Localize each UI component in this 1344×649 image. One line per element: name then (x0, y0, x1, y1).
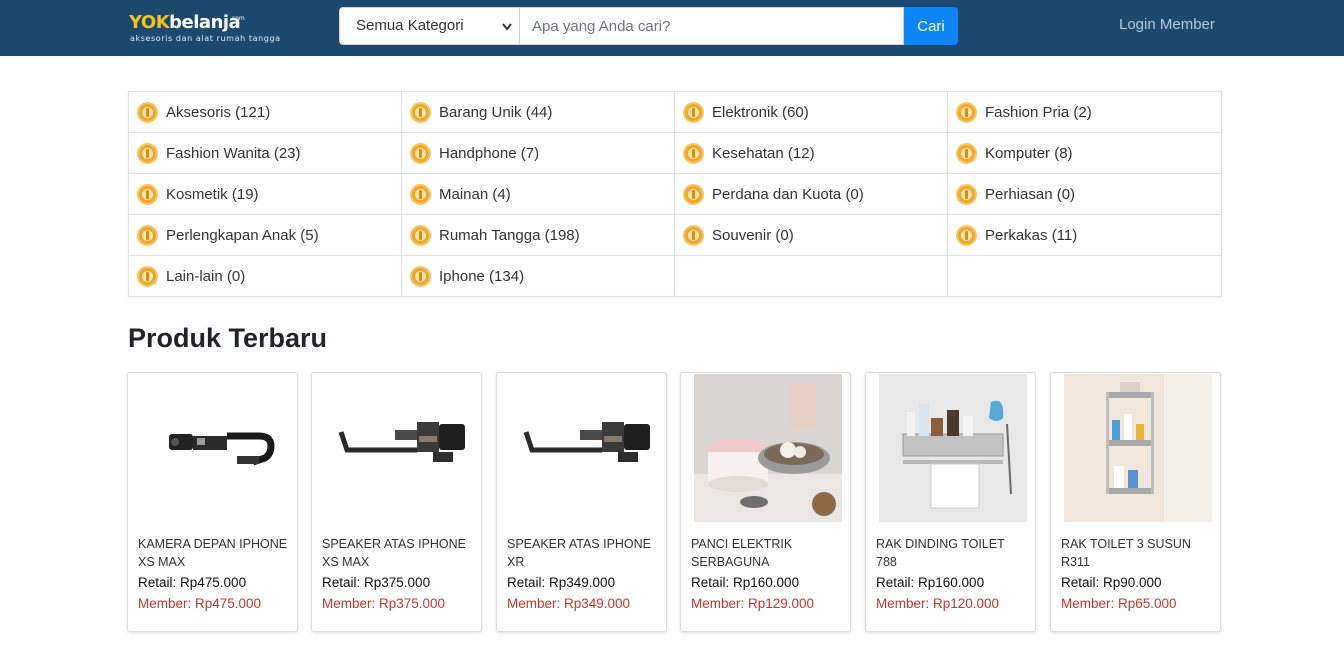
retail-price: Retail: Rp160.000 (876, 575, 985, 590)
category-coin-icon (956, 183, 977, 205)
category-grid: Aksesoris (121) Barang Unik (44) Elektroni… (128, 91, 1222, 297)
category-item[interactable]: Lain-lain (0) (129, 256, 402, 297)
site-logo[interactable]: YOKbelanja .com aksesoris dan alat rumah… (129, 12, 299, 46)
retail-price: Retail: Rp90.000 (1061, 575, 1162, 590)
category-select-value: Semua Kategori (356, 17, 464, 34)
category-item[interactable]: Fashion Wanita (23) (129, 133, 402, 174)
category-coin-icon (137, 101, 158, 123)
category-coin-icon (410, 183, 431, 205)
product-image[interactable] (325, 374, 473, 522)
product-name[interactable]: SPEAKER ATAS IPHONE XR (507, 535, 657, 571)
member-price: Member: Rp475.000 (138, 596, 262, 611)
category-item[interactable]: Mainan (4) (402, 174, 675, 215)
category-item[interactable]: Komputer (8) (948, 133, 1221, 174)
category-empty-cell (675, 256, 948, 297)
category-coin-icon (683, 142, 704, 164)
category-label: Mainan (4) (439, 185, 511, 203)
category-coin-icon (956, 142, 977, 164)
login-member-link[interactable]: Login Member (1119, 16, 1215, 33)
category-item[interactable]: Aksesoris (121) (129, 92, 402, 133)
category-label: Barang Unik (44) (439, 103, 553, 121)
category-coin-icon (137, 224, 158, 246)
category-item[interactable]: Iphone (134) (402, 256, 675, 297)
product-card[interactable]: PANCI ELEKTRIK SERBAGUNA Retail: Rp160.00… (680, 372, 851, 632)
category-select[interactable]: Semua Kategori (339, 7, 520, 45)
category-label: Perkakas (11) (985, 226, 1078, 244)
search-input[interactable] (520, 7, 904, 45)
logo-domain: .com (230, 15, 245, 22)
product-image[interactable] (879, 374, 1027, 522)
search-button[interactable]: Cari (904, 7, 958, 45)
category-item[interactable]: Kesehatan (12) (675, 133, 948, 174)
product-image[interactable] (510, 374, 658, 522)
member-price: Member: Rp349.000 (507, 596, 631, 611)
product-card[interactable]: RAK DINDING TOILET 788 Retail: Rp160.000 M… (865, 372, 1036, 632)
category-item[interactable]: Kosmetik (19) (129, 174, 402, 215)
category-coin-icon (137, 266, 158, 287)
category-label: Souvenir (0) (712, 226, 794, 244)
category-item[interactable]: Perkakas (11) (948, 215, 1221, 256)
retail-price: Retail: Rp375.000 (322, 575, 431, 590)
category-coin-icon (956, 224, 977, 246)
category-label: Kesehatan (12) (712, 144, 815, 162)
category-coin-icon (683, 101, 704, 123)
category-item[interactable]: Perlengkapan Anak (5) (129, 215, 402, 256)
category-coin-icon (410, 266, 431, 287)
retail-price: Retail: Rp349.000 (507, 575, 616, 590)
category-coin-icon (683, 224, 704, 246)
product-image[interactable] (1064, 374, 1212, 522)
category-label: Perdana dan Kuota (0) (712, 185, 864, 203)
product-name[interactable]: PANCI ELEKTRIK SERBAGUNA (691, 535, 841, 571)
product-name[interactable]: RAK TOILET 3 SUSUN R311 (1061, 535, 1211, 571)
logo-tagline: aksesoris dan alat rumah tangga (130, 34, 281, 43)
category-item[interactable]: Barang Unik (44) (402, 92, 675, 133)
section-title-latest-products: Produk Terbaru (128, 323, 328, 353)
category-item[interactable]: Perhiasan (0) (948, 174, 1221, 215)
product-name[interactable]: SPEAKER ATAS IPHONE XS MAX (322, 535, 472, 571)
category-label: Fashion Pria (2) (985, 103, 1092, 121)
category-item[interactable]: Fashion Pria (2) (948, 92, 1221, 133)
product-card[interactable]: RAK TOILET 3 SUSUN R311 Retail: Rp90.000 M… (1050, 372, 1221, 632)
chevron-down-icon (501, 9, 513, 59)
product-card[interactable]: SPEAKER ATAS IPHONE XR Retail: Rp349.000 M… (496, 372, 667, 632)
product-image[interactable] (694, 374, 842, 522)
category-label: Fashion Wanita (23) (166, 144, 301, 162)
product-card[interactable]: KAMERA DEPAN IPHONE XS MAX Retail: Rp475.… (127, 372, 298, 632)
product-name[interactable]: KAMERA DEPAN IPHONE XS MAX (138, 535, 288, 571)
retail-price: Retail: Rp475.000 (138, 575, 247, 590)
category-coin-icon (410, 101, 431, 123)
category-empty-cell (948, 256, 1221, 297)
category-label: Iphone (134) (439, 268, 525, 285)
member-price: Member: Rp129.000 (691, 596, 815, 611)
member-price: Member: Rp65.000 (1061, 596, 1177, 611)
logo-wordmark: YOKbelanja (129, 12, 241, 33)
category-item[interactable]: Perdana dan Kuota (0) (675, 174, 948, 215)
category-label: Lain-lain (0) (166, 268, 246, 285)
category-item[interactable]: Elektronik (60) (675, 92, 948, 133)
category-coin-icon (410, 142, 431, 164)
category-coin-icon (956, 101, 977, 123)
category-label: Perlengkapan Anak (5) (166, 226, 319, 244)
category-coin-icon (683, 183, 704, 205)
category-coin-icon (410, 224, 431, 246)
product-card[interactable]: SPEAKER ATAS IPHONE XS MAX Retail: Rp375.… (311, 372, 482, 632)
category-label: Perhiasan (0) (985, 185, 1076, 203)
category-label: Elektronik (60) (712, 103, 809, 121)
category-coin-icon (137, 142, 158, 164)
category-coin-icon (137, 183, 158, 205)
category-label: Rumah Tangga (198) (439, 226, 580, 244)
category-item[interactable]: Handphone (7) (402, 133, 675, 174)
category-item[interactable]: Rumah Tangga (198) (402, 215, 675, 256)
member-price: Member: Rp120.000 (876, 596, 1000, 611)
retail-price: Retail: Rp160.000 (691, 575, 800, 590)
category-label: Kosmetik (19) (166, 185, 259, 203)
category-label: Aksesoris (121) (166, 103, 271, 121)
member-price: Member: Rp375.000 (322, 596, 446, 611)
product-name[interactable]: RAK DINDING TOILET 788 (876, 535, 1026, 571)
category-label: Handphone (7) (439, 144, 540, 162)
category-item[interactable]: Souvenir (0) (675, 215, 948, 256)
product-image[interactable] (141, 374, 289, 522)
category-label: Komputer (8) (985, 144, 1073, 162)
top-navbar: YOKbelanja .com aksesoris dan alat rumah… (0, 0, 1344, 56)
